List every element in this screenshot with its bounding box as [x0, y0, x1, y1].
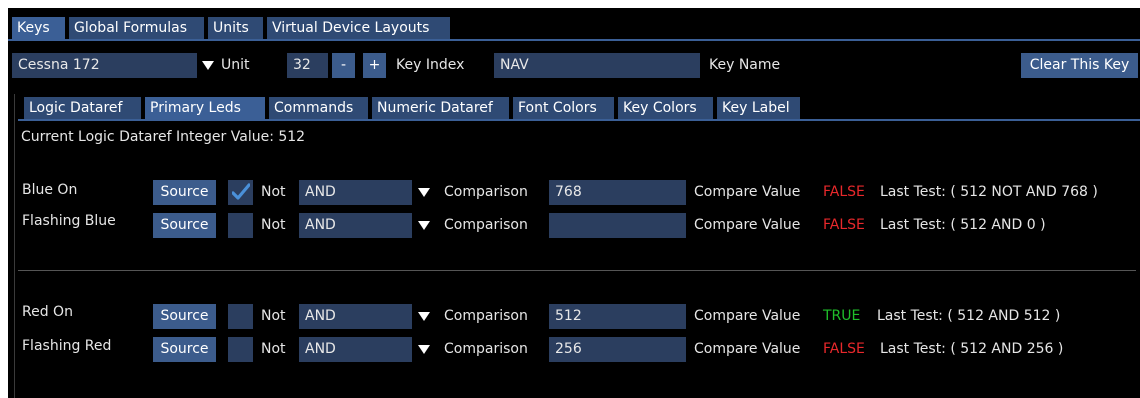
operator-select[interactable]: AND	[299, 304, 412, 329]
result-status: FALSE	[823, 341, 865, 357]
row-name: Red On	[22, 304, 73, 320]
app-window: Keys Global Formulas Units Virtual Devic…	[8, 8, 1140, 398]
not-label: Not	[261, 341, 286, 357]
comparison-label: Comparison	[444, 341, 528, 357]
tab-units[interactable]: Units	[208, 17, 263, 39]
tab-underline	[8, 39, 1140, 41]
comparison-value: 256	[555, 341, 582, 357]
clear-key-button[interactable]: Clear This Key	[1021, 53, 1138, 78]
source-button[interactable]: Source	[153, 337, 216, 362]
tab-font-colors[interactable]: Font Colors	[513, 97, 614, 119]
comparison-label: Comparison	[444, 217, 528, 233]
chevron-down-icon[interactable]	[418, 345, 430, 354]
top-tab-bar: Keys Global Formulas Units Virtual Devic…	[8, 17, 1140, 39]
tab-primary-leds[interactable]: Primary Leds	[145, 97, 265, 119]
comparison-input[interactable]: 768	[549, 180, 686, 205]
last-test-text: Last Test: ( 512 AND 512 )	[877, 308, 1061, 324]
not-checkbox[interactable]	[228, 304, 253, 329]
current-value-text: Current Logic Dataref Integer Value: 512	[21, 129, 306, 145]
row-name: Flashing Red	[22, 338, 112, 354]
tab-keys[interactable]: Keys	[12, 17, 65, 39]
row-name: Flashing Blue	[22, 213, 116, 229]
result-status: FALSE	[823, 184, 865, 200]
source-button[interactable]: Source	[153, 180, 216, 205]
source-button[interactable]: Source	[153, 213, 216, 238]
operator-select[interactable]: AND	[299, 213, 412, 238]
last-test-text: Last Test: ( 512 AND 256 )	[880, 341, 1064, 357]
not-checkbox[interactable]	[228, 180, 253, 205]
unit-label: Unit	[221, 57, 250, 73]
operator-value: AND	[305, 308, 336, 324]
sub-tab-bar: Logic Dataref Primary Leds Commands Nume…	[18, 97, 1128, 119]
operator-value: AND	[305, 184, 336, 200]
key-index-label: Key Index	[396, 57, 465, 73]
operator-value: AND	[305, 217, 336, 233]
unit-increment-button[interactable]: +	[363, 53, 386, 78]
key-name-label: Key Name	[709, 57, 781, 73]
not-checkbox[interactable]	[228, 213, 253, 238]
result-status: FALSE	[823, 217, 865, 233]
comparison-input[interactable]	[549, 213, 686, 238]
not-label: Not	[261, 217, 286, 233]
not-label: Not	[261, 184, 286, 200]
checkmark-icon	[232, 183, 250, 200]
last-test-text: Last Test: ( 512 AND 0 )	[880, 217, 1046, 233]
aircraft-select[interactable]: Cessna 172	[12, 53, 197, 78]
key-index-value: NAV	[500, 57, 529, 73]
tab-commands[interactable]: Commands	[269, 97, 368, 119]
tab-global-formulas[interactable]: Global Formulas	[69, 17, 204, 39]
comparison-label: Comparison	[444, 308, 528, 324]
unit-decrement-button[interactable]: -	[332, 53, 355, 78]
compare-value-label: Compare Value	[694, 184, 801, 200]
operator-select[interactable]: AND	[299, 180, 412, 205]
unit-value: 32	[293, 57, 311, 73]
row-name: Blue On	[22, 182, 78, 198]
tab-key-colors[interactable]: Key Colors	[618, 97, 713, 119]
chevron-down-icon[interactable]	[418, 188, 430, 197]
section-divider	[18, 270, 1136, 271]
comparison-label: Comparison	[444, 184, 528, 200]
not-checkbox[interactable]	[228, 337, 253, 362]
compare-value-label: Compare Value	[694, 341, 801, 357]
compare-value-label: Compare Value	[694, 217, 801, 233]
chevron-down-icon[interactable]	[418, 221, 430, 230]
tab-key-label[interactable]: Key Label	[717, 97, 800, 119]
sub-tab-underline	[18, 119, 1140, 121]
chevron-down-icon[interactable]	[202, 61, 214, 70]
tab-virtual-device-layouts[interactable]: Virtual Device Layouts	[267, 17, 450, 39]
last-test-text: Last Test: ( 512 NOT AND 768 )	[880, 184, 1098, 200]
comparison-value: 768	[555, 184, 582, 200]
result-status: TRUE	[823, 308, 861, 324]
compare-value-label: Compare Value	[694, 308, 801, 324]
unit-value-field[interactable]: 32	[287, 53, 328, 78]
aircraft-select-value: Cessna 172	[18, 57, 100, 73]
not-label: Not	[261, 308, 286, 324]
operator-select[interactable]: AND	[299, 337, 412, 362]
source-button[interactable]: Source	[153, 304, 216, 329]
comparison-value: 512	[555, 308, 582, 324]
key-index-field[interactable]: NAV	[494, 53, 700, 78]
comparison-input[interactable]: 256	[549, 337, 686, 362]
tab-logic-dataref[interactable]: Logic Dataref	[24, 97, 141, 119]
operator-value: AND	[305, 341, 336, 357]
tab-numeric-dataref[interactable]: Numeric Dataref	[372, 97, 509, 119]
comparison-input[interactable]: 512	[549, 304, 686, 329]
chevron-down-icon[interactable]	[418, 312, 430, 321]
